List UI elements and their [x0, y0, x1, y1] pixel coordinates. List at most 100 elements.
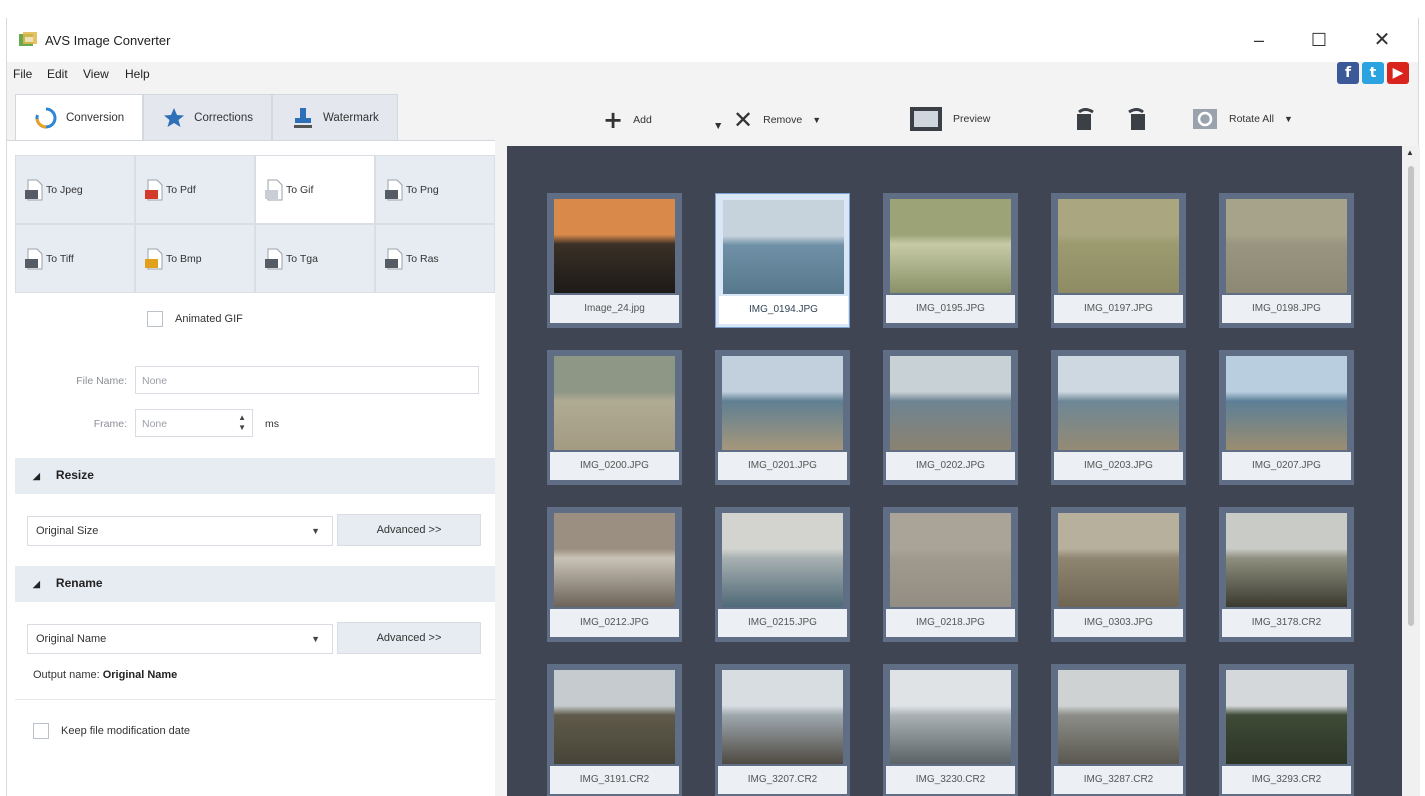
format-label: To Pdf: [166, 183, 196, 196]
image-thumbnail[interactable]: IMG_0218.JPG: [883, 507, 1018, 642]
image-preview: [554, 199, 675, 293]
title-bar[interactable]: AVS Image Converter – ☐ ✕: [7, 18, 1418, 62]
close-button[interactable]: ✕: [1362, 26, 1402, 54]
format-ras-button[interactable]: To Ras: [375, 224, 495, 293]
rename-dropdown[interactable]: Original Name ▼: [27, 624, 333, 654]
image-filename: IMG_3207.CR2: [718, 766, 847, 794]
image-filename: IMG_3191.CR2: [550, 766, 679, 794]
image-thumbnail[interactable]: IMG_0194.JPG: [715, 193, 850, 328]
menu-help[interactable]: Help: [125, 67, 150, 81]
image-thumbnail[interactable]: IMG_0201.JPG: [715, 350, 850, 485]
rotate-all-icon: [1193, 109, 1217, 129]
image-thumbnail[interactable]: IMG_0198.JPG: [1219, 193, 1354, 328]
image-thumbnail[interactable]: IMG_3293.CR2: [1219, 664, 1354, 796]
resize-section-header[interactable]: ◢ Resize: [15, 458, 495, 494]
jpeg-icon: [25, 179, 43, 200]
maximize-button[interactable]: ☐: [1299, 26, 1339, 54]
resize-value: Original Size: [36, 525, 99, 537]
format-label: To Jpeg: [46, 183, 83, 196]
image-thumbnail[interactable]: IMG_0200.JPG: [547, 350, 682, 485]
image-thumbnail[interactable]: IMG_3230.CR2: [883, 664, 1018, 796]
image-filename: IMG_0195.JPG: [886, 295, 1015, 323]
preview-label: Preview: [953, 113, 991, 125]
resize-title: Resize: [55, 468, 94, 482]
image-filename: Image_24.jpg: [550, 295, 679, 323]
menu-file[interactable]: File: [13, 67, 32, 81]
menu-view[interactable]: View: [83, 67, 109, 81]
frame-field[interactable]: None ▲ ▼: [135, 409, 253, 437]
keep-date-option[interactable]: Keep file modification date: [33, 723, 190, 739]
add-dropdown-arrow[interactable]: ▼: [713, 120, 723, 132]
twitter-icon[interactable]: t: [1362, 62, 1384, 84]
image-gallery[interactable]: Image_24.jpg IMG_0194.JPG IMG_0195.JPG IMG_…: [507, 146, 1402, 796]
image-preview: [890, 356, 1011, 450]
image-preview: [1226, 356, 1347, 450]
image-preview: [890, 513, 1011, 607]
animated-gif-label: Animated GIF: [175, 313, 243, 325]
tab-conversion-label: Conversion: [66, 111, 125, 124]
output-name-value: Original Name: [102, 669, 178, 681]
preview-button[interactable]: Preview: [909, 106, 990, 132]
image-thumbnail[interactable]: IMG_3178.CR2: [1219, 507, 1354, 642]
rename-advanced-button[interactable]: Advanced >>: [337, 622, 481, 654]
format-png-button[interactable]: To Png: [375, 155, 495, 224]
image-filename: IMG_0215.JPG: [718, 609, 847, 637]
rotate-all-dropdown-arrow[interactable]: ▼: [1284, 114, 1293, 124]
file-name-label: File Name:: [76, 375, 127, 387]
rotate-right-button[interactable]: [1123, 106, 1149, 132]
animated-gif-option[interactable]: Animated GIF: [147, 311, 243, 327]
youtube-icon[interactable]: ▶: [1387, 62, 1409, 84]
tab-watermark[interactable]: Watermark: [271, 94, 398, 140]
remove-button[interactable]: ✕ Remove ▼: [733, 106, 821, 134]
tab-corrections[interactable]: Corrections: [143, 94, 272, 140]
facebook-icon[interactable]: f: [1337, 62, 1359, 84]
tga-icon: [265, 248, 283, 269]
image-filename: IMG_0197.JPG: [1054, 295, 1183, 323]
image-filename: IMG_0203.JPG: [1054, 452, 1183, 480]
format-bmp-button[interactable]: To Bmp: [135, 224, 255, 293]
tab-conversion[interactable]: Conversion: [15, 94, 144, 140]
image-thumbnail[interactable]: IMG_0197.JPG: [1051, 193, 1186, 328]
format-jpeg-button[interactable]: To Jpeg: [15, 155, 135, 224]
main-toolbar: + Add ▼ ✕ Remove ▼ Preview Rotate All ▼: [497, 98, 1420, 144]
format-label: To Ras: [406, 252, 439, 265]
image-preview: [1226, 199, 1347, 293]
image-thumbnail[interactable]: IMG_0215.JPG: [715, 507, 850, 642]
image-thumbnail[interactable]: IMG_0203.JPG: [1051, 350, 1186, 485]
image-thumbnail[interactable]: Image_24.jpg: [547, 193, 682, 328]
resize-advanced-button[interactable]: Advanced >>: [337, 514, 481, 546]
image-thumbnail[interactable]: IMG_0202.JPG: [883, 350, 1018, 485]
window-title: AVS Image Converter: [45, 33, 171, 48]
image-filename: IMG_3293.CR2: [1222, 766, 1351, 794]
keep-date-checkbox[interactable]: [33, 723, 49, 739]
image-thumbnail[interactable]: IMG_3191.CR2: [547, 664, 682, 796]
format-gif-button[interactable]: To Gif: [255, 155, 375, 224]
format-pdf-button[interactable]: To Pdf: [135, 155, 255, 224]
gallery-scrollbar[interactable]: ▲: [1402, 146, 1420, 796]
image-thumbnail[interactable]: IMG_3287.CR2: [1051, 664, 1186, 796]
add-button[interactable]: + Add: [603, 106, 652, 134]
file-name-field[interactable]: None: [135, 366, 479, 394]
image-thumbnail[interactable]: IMG_0195.JPG: [883, 193, 1018, 328]
rename-value: Original Name: [36, 633, 107, 645]
remove-dropdown-arrow[interactable]: ▼: [812, 115, 821, 125]
image-thumbnail[interactable]: IMG_0212.JPG: [547, 507, 682, 642]
minimize-button[interactable]: –: [1239, 26, 1279, 54]
format-tiff-button[interactable]: To Tiff: [15, 224, 135, 293]
image-thumbnail[interactable]: IMG_0207.JPG: [1219, 350, 1354, 485]
format-tga-button[interactable]: To Tga: [255, 224, 375, 293]
add-label: Add: [633, 114, 652, 126]
resize-dropdown[interactable]: Original Size ▼: [27, 516, 333, 546]
scrollbar-thumb[interactable]: [1408, 166, 1414, 626]
rotate-all-button[interactable]: Rotate All ▼: [1191, 106, 1293, 132]
image-thumbnail[interactable]: IMG_0303.JPG: [1051, 507, 1186, 642]
menu-edit[interactable]: Edit: [47, 67, 68, 81]
animated-gif-checkbox[interactable]: [147, 311, 163, 327]
rotate-left-button[interactable]: [1073, 106, 1099, 132]
scroll-up-arrow[interactable]: ▲: [1406, 148, 1414, 157]
rename-section-header[interactable]: ◢ Rename: [15, 566, 495, 602]
collapse-triangle-icon: ◢: [33, 579, 40, 589]
image-thumbnail[interactable]: IMG_3207.CR2: [715, 664, 850, 796]
format-label: To Tiff: [46, 252, 74, 265]
frame-stepper[interactable]: ▲ ▼: [238, 413, 246, 433]
